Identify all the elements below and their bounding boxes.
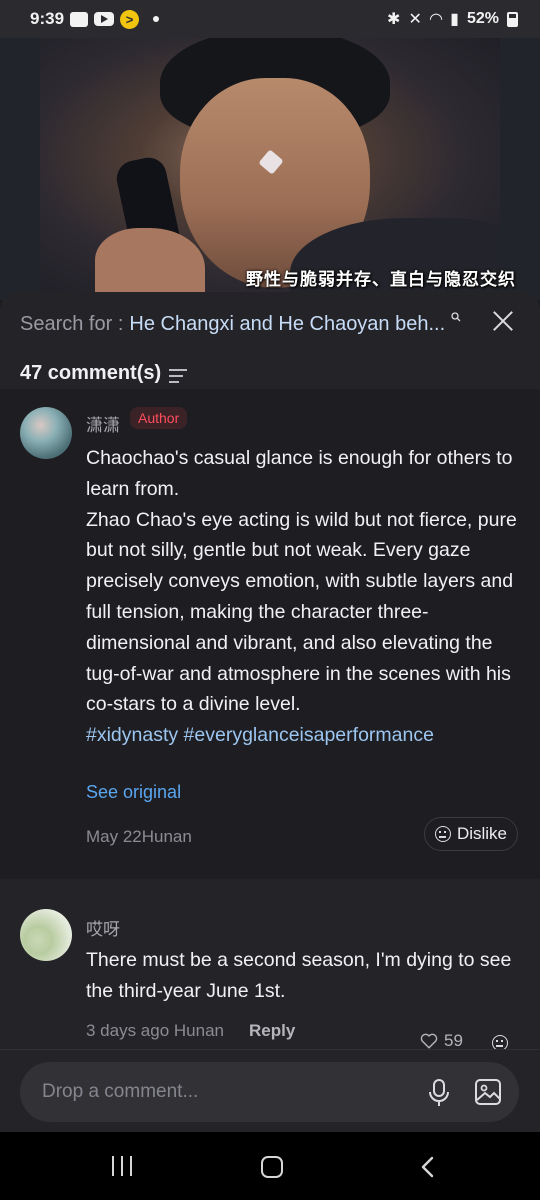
more-notifications-icon [153,16,160,22]
status-bar: 9:39 > ✱ ✕ ◠ ▮ 52% [0,0,540,38]
video-figure-hand [95,228,205,300]
comments-sheet: Search for : He Changxi and He Chaoyan b… [0,292,540,1132]
comments-count: 47 comment(s) [20,362,162,384]
comment-text: There must be a second season, I'm dying… [86,949,512,1002]
mic-icon[interactable] [426,1078,452,1108]
see-original-link[interactable]: See original [86,782,181,803]
comment-input[interactable] [42,1062,402,1122]
gallery-notification-icon [70,11,89,27]
dislike-label: Dislike [456,824,507,843]
search-prefix: Search for : [20,312,124,335]
dislike-button[interactable]: Dislike [423,817,518,851]
recents-icon[interactable] [112,1156,134,1176]
comment-username[interactable]: 潇潇 [86,411,120,436]
comment-text: Chaochao's casual glance is enough for o… [86,443,526,751]
reply-button[interactable]: Reply [249,1021,295,1041]
comment-meta: May 22Hunan [86,827,192,846]
dislike-icon [434,826,451,842]
comment-item: 哎呀 There must be a second season, I'm dy… [0,879,540,1051]
comment-username[interactable]: 哎呀 [86,915,120,940]
status-left: 9:39 > [30,9,160,29]
author-badge: Author [130,407,188,429]
comment-item: 潇潇 Author Chaochao's casual glance is en… [0,389,540,879]
search-query[interactable]: He Changxi and He Chaoyan beh... [129,313,445,336]
bluetooth-icon: ✱ [387,11,401,28]
avatar[interactable] [20,909,72,961]
comment-hashtags[interactable]: #xidynasty #everyglanceisaperformance [86,720,526,751]
comment-paragraph: Chaochao's casual glance is enough for o… [86,447,513,500]
wifi-icon: ◠ [429,11,443,28]
close-icon[interactable] [492,310,514,332]
video-frame [40,38,500,300]
like-count: 59 [444,1031,463,1050]
comment-meta: 3 days ago Hunan [86,1021,224,1040]
image-icon[interactable] [474,1078,502,1106]
status-right: ✱ ✕ ◠ ▮ 52% [387,9,518,29]
status-time: 9:39 [30,9,65,28]
mute-icon: ✕ [408,11,422,28]
video-caption: 野性与脆弱并存、直白与隐忍交织 [246,270,516,290]
comment-input-container [20,1062,519,1122]
like-button[interactable]: 59 [420,1031,463,1051]
search-suggestion[interactable]: Search for : He Changxi and He Chaoyan b… [20,310,520,338]
comment-paragraph: Zhao Chao's eye acting is wild but not f… [86,508,517,716]
filter-icon[interactable] [169,368,188,383]
search-icon [451,312,461,322]
comment-input-bar [0,1049,540,1132]
video-player[interactable]: 野性与脆弱并存、直白与隐忍交织 [0,38,540,300]
home-icon[interactable] [261,1156,283,1178]
heart-icon [420,1033,438,1049]
comments-count-row: 47 comment(s) [20,362,188,385]
back-icon[interactable] [418,1156,438,1178]
app-notification-icon: > [120,9,140,29]
avatar[interactable] [20,407,72,459]
system-nav-bar [0,1132,540,1200]
youtube-notification-icon [94,12,115,26]
battery-icon [507,11,518,27]
battery-percent: 52% [466,10,499,27]
signal-icon: ▮ [450,11,459,28]
